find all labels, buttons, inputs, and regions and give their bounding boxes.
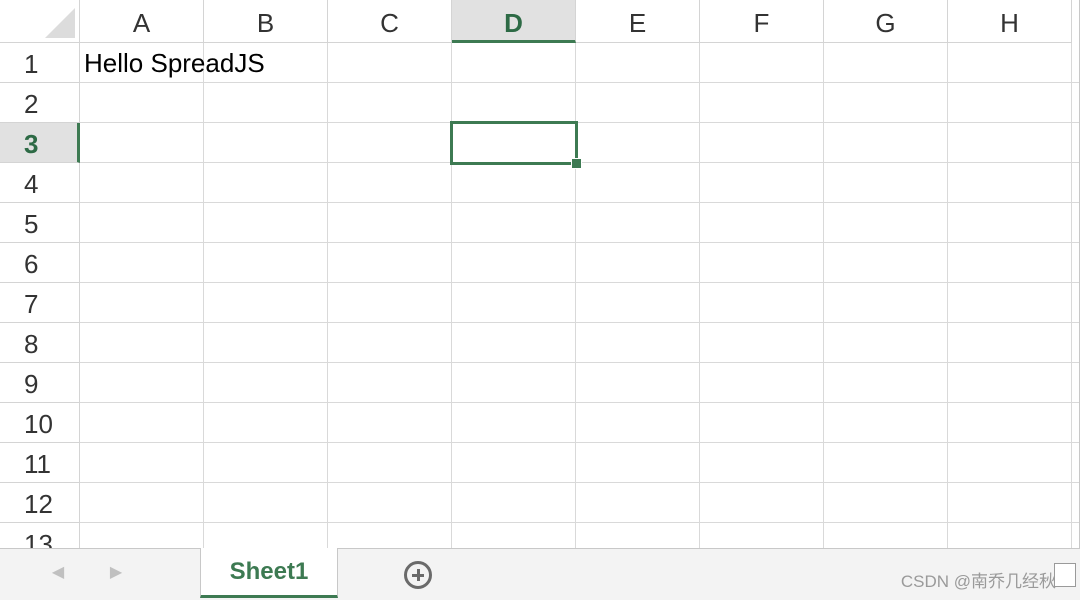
- column-header-g[interactable]: G: [824, 0, 948, 43]
- arrow-right-icon[interactable]: ▶: [104, 561, 128, 585]
- column-header-a[interactable]: A: [80, 0, 204, 43]
- row-header-13[interactable]: 13: [0, 523, 80, 548]
- row-header-9[interactable]: 9: [0, 363, 80, 403]
- row-header-1[interactable]: 1: [0, 43, 80, 83]
- row-header-3[interactable]: 3: [0, 123, 80, 163]
- column-header-b[interactable]: B: [204, 0, 328, 43]
- gridline: [203, 43, 204, 548]
- row-header-2[interactable]: 2: [0, 83, 80, 123]
- gridline: [947, 43, 948, 548]
- gridline: [80, 322, 1080, 323]
- row-header-11[interactable]: 11: [0, 443, 80, 483]
- row-header-6[interactable]: 6: [0, 243, 80, 283]
- gridline: [451, 43, 452, 548]
- gridline: [80, 522, 1080, 523]
- arrow-left-icon[interactable]: ◀: [46, 561, 70, 585]
- gridline: [80, 202, 1080, 203]
- gridline: [80, 82, 1080, 83]
- row-header-8[interactable]: 8: [0, 323, 80, 363]
- gridline: [80, 482, 1080, 483]
- row-header-12[interactable]: 12: [0, 483, 80, 523]
- gridline: [327, 43, 328, 548]
- cell-grid[interactable]: Hello SpreadJS: [80, 43, 1080, 548]
- gridline: [699, 43, 700, 548]
- gridline: [80, 242, 1080, 243]
- fill-handle[interactable]: [571, 158, 582, 169]
- row-header-4[interactable]: 4: [0, 163, 80, 203]
- gridline: [575, 43, 576, 548]
- column-headers: A B C D E F G H: [80, 0, 1080, 43]
- tab-sheet1[interactable]: Sheet1: [200, 548, 338, 598]
- gridline: [80, 122, 1080, 123]
- gridline: [80, 442, 1080, 443]
- active-cell-selection[interactable]: [450, 121, 578, 165]
- gridline: [80, 282, 1080, 283]
- resize-grip-icon[interactable]: [1054, 563, 1076, 587]
- sheet-tab-bar: ◀ ▶ Sheet1 CSDN @南乔几经秋: [0, 548, 1080, 600]
- spreadsheet-area[interactable]: A B C D E F G H 1 2 3 4 5 6 7 8 9 10 11 …: [0, 0, 1080, 548]
- gridline: [823, 43, 824, 548]
- watermark: CSDN @南乔几经秋: [900, 572, 1056, 591]
- plus-circle-icon[interactable]: [404, 561, 432, 589]
- column-header-d[interactable]: D: [452, 0, 576, 43]
- row-header-5[interactable]: 5: [0, 203, 80, 243]
- row-header-10[interactable]: 10: [0, 403, 80, 443]
- column-header-h[interactable]: H: [948, 0, 1072, 43]
- gridline: [80, 362, 1080, 363]
- select-all-icon: [45, 8, 75, 38]
- select-all-corner[interactable]: [0, 0, 80, 43]
- column-header-c[interactable]: C: [328, 0, 452, 43]
- column-header-f[interactable]: F: [700, 0, 824, 43]
- row-header-7[interactable]: 7: [0, 283, 80, 323]
- gridline: [1071, 43, 1072, 548]
- gridline: [80, 402, 1080, 403]
- cell-a1[interactable]: Hello SpreadJS: [84, 48, 265, 79]
- column-header-e[interactable]: E: [576, 0, 700, 43]
